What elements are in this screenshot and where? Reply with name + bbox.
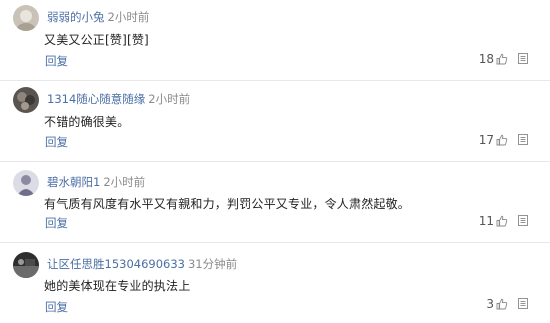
timestamp: 31分钟前 [187, 257, 238, 271]
avatar[interactable] [13, 5, 39, 31]
comment-item: 让区任思胜15304690633 31分钟前 她的美体现在专业的执法上 回复 3 [0, 243, 550, 323]
comment-item: 弱弱的小兔 2小时前 又美又公正[赞][赞] 回复 18 [0, 0, 550, 78]
timestamp: 2小时前 [103, 175, 146, 189]
username[interactable]: 碧水朝阳1 [47, 175, 100, 189]
comment-text: 又美又公正[赞][赞] [44, 33, 149, 47]
more-icon[interactable] [518, 53, 528, 64]
username[interactable]: 让区任思胜15304690633 [47, 257, 185, 271]
like-count: 3 [486, 297, 494, 311]
reply-button[interactable]: 回复 [45, 215, 68, 231]
like-count: 18 [478, 52, 494, 66]
username[interactable]: 弱弱的小兔 [47, 10, 105, 24]
reply-button[interactable]: 回复 [45, 53, 68, 69]
like-count: 11 [478, 214, 494, 228]
thumbs-up-icon[interactable] [496, 53, 508, 65]
avatar[interactable] [13, 252, 39, 278]
like-count: 17 [478, 133, 494, 147]
thumbs-up-icon[interactable] [496, 215, 508, 227]
comment-text: 她的美体现在专业的执法上 [44, 279, 191, 293]
timestamp: 2小时前 [148, 92, 191, 106]
timestamp: 2小时前 [107, 10, 150, 24]
more-icon[interactable] [518, 134, 528, 145]
thumbs-up-icon[interactable] [496, 298, 508, 310]
reply-button[interactable]: 回复 [45, 299, 68, 315]
avatar[interactable] [13, 87, 39, 113]
comment-text: 有气质有风度有水平又有親和力，判罚公平又专业，令人肃然起敬。 [44, 197, 411, 211]
more-icon[interactable] [518, 298, 528, 309]
comment-header: 弱弱的小兔 2小时前 [47, 9, 149, 25]
comment-item: 碧水朝阳1 2小时前 有气质有风度有水平又有親和力，判罚公平又专业，令人肃然起敬。… [0, 162, 550, 240]
thumbs-up-icon[interactable] [496, 134, 508, 146]
comment-header: 1314随心随意随缘 2小时前 [47, 91, 190, 107]
username[interactable]: 1314随心随意随缘 [47, 92, 145, 106]
more-icon[interactable] [518, 215, 528, 226]
comment-item: 1314随心随意随缘 2小时前 不错的确很美。 回复 17 [0, 81, 550, 159]
comment-text: 不错的确很美。 [44, 115, 130, 129]
reply-button[interactable]: 回复 [45, 134, 68, 150]
comment-header: 让区任思胜15304690633 31分钟前 [47, 256, 237, 272]
avatar[interactable] [13, 170, 39, 196]
comment-header: 碧水朝阳1 2小时前 [47, 174, 145, 190]
